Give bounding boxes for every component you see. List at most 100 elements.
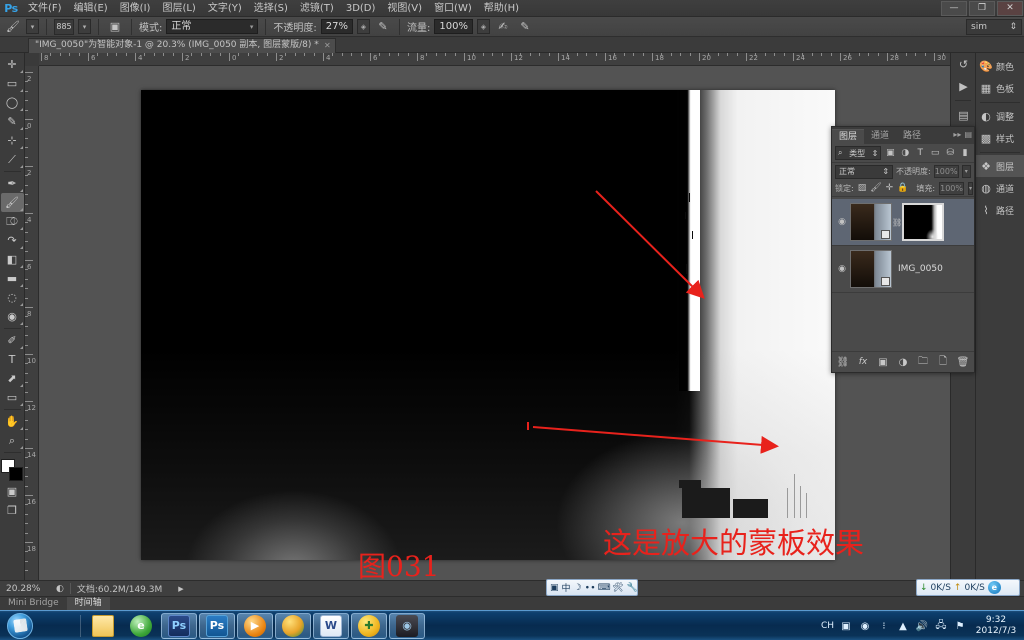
new-group-icon[interactable]: 🗀 — [917, 354, 930, 371]
menu-file[interactable]: 文件(F) — [22, 0, 68, 17]
tab-mini-bridge[interactable]: Mini Bridge — [0, 597, 67, 610]
color-panel-tab[interactable]: 🎨 颜色 — [976, 55, 1024, 77]
clone-stamp-tool[interactable]: ⎄ — [1, 212, 24, 231]
color-swatches[interactable] — [0, 458, 24, 482]
marquee-tool[interactable]: ▭ — [1, 74, 24, 93]
show-hidden-icons-icon[interactable]: ▲ — [896, 619, 910, 633]
preview-icon[interactable]: ◐ — [56, 584, 64, 594]
tab-layers[interactable]: 图层 — [832, 129, 865, 144]
flow-pressure-toggle[interactable]: ◈ — [476, 19, 490, 34]
background-color-swatch[interactable] — [9, 467, 23, 481]
menu-view[interactable]: 视图(V) — [381, 0, 428, 17]
layers-panel-tab[interactable]: ❖ 图层 — [976, 155, 1024, 177]
styles-panel-tab[interactable]: ▩ 样式 — [976, 127, 1024, 149]
layers-list[interactable]: ◉ ⛓ ◉ IMG_0050 — [832, 199, 974, 350]
actions-panel-icon[interactable]: ▶ — [951, 75, 976, 97]
halfwidth-icon[interactable]: ∙∙ — [584, 582, 595, 593]
lock-image-icon[interactable]: 🖌 — [870, 183, 881, 193]
collapse-icon[interactable]: ▸▸ — [953, 130, 961, 139]
table-row[interactable]: ◉ ⛓ — [832, 199, 974, 246]
pen-tool[interactable]: ✐ — [1, 331, 24, 350]
restore-button[interactable]: ❐ — [969, 1, 995, 16]
crop-tool[interactable]: ⊹ — [1, 131, 24, 150]
network-icon[interactable]: 🖧 — [934, 619, 948, 633]
layer-thumbnail[interactable] — [850, 203, 892, 241]
menu-help[interactable]: 帮助(H) — [478, 0, 525, 17]
taskbar-clock[interactable]: 9:32 2012/7/3 — [972, 615, 1020, 637]
minimize-button[interactable]: — — [941, 1, 967, 16]
security-icon[interactable]: ◉ — [858, 619, 872, 633]
ime-mode[interactable]: 中 — [562, 581, 571, 594]
taskbar-word[interactable]: W — [313, 612, 349, 639]
start-button[interactable] — [1, 612, 39, 640]
layers-panel[interactable]: 图层 通道 路径 ▸▸ ▤ ⌕ 类型 ⇕ ▣ ◑ T ▭ ⛁ ▮ 正常 ⇕ 不透… — [831, 126, 975, 373]
close-icon[interactable]: ✕ — [324, 39, 331, 52]
healing-brush-tool[interactable]: ✒ — [1, 174, 24, 193]
input-language-indicator[interactable]: CH — [821, 621, 834, 631]
ime-language-bar[interactable]: ▣ 中 ☽ ∙∙ ⌨ 🛠 🔧 — [546, 579, 638, 596]
network-speed-widget[interactable]: ↓ 0K/S ↑ 0K/S e — [916, 579, 1020, 596]
softkeyboard-icon[interactable]: ⌨ — [598, 582, 611, 593]
adjustments-panel-tab[interactable]: ◐ 调整 — [976, 105, 1024, 127]
taskbar-downloader[interactable]: ✚ — [351, 612, 387, 639]
lock-transparency-icon[interactable]: ▨ — [858, 183, 867, 193]
shape-tool[interactable]: ▭ — [1, 388, 24, 407]
status-expand-arrow[interactable]: ▶ — [178, 585, 183, 593]
taskbar-ie[interactable]: e — [123, 613, 159, 639]
delete-layer-icon[interactable]: 🗑 — [957, 357, 970, 368]
panel-menu-icon[interactable]: ▤ — [964, 130, 972, 139]
menu-select[interactable]: 选择(S) — [248, 0, 294, 17]
volume-icon[interactable]: 🔊 — [915, 619, 929, 633]
lock-position-icon[interactable]: ✛ — [886, 183, 894, 193]
close-button[interactable]: ✕ — [997, 1, 1023, 16]
dodge-tool[interactable]: ◉ — [1, 307, 24, 326]
tablet-pressure-size-icon[interactable]: ✎ — [516, 19, 534, 35]
type-filter-icon[interactable]: T — [914, 146, 926, 160]
layer-mask-thumbnail[interactable] — [902, 203, 944, 241]
lock-all-icon[interactable]: 🔒 — [897, 183, 908, 193]
brush-tool-icon[interactable]: 🖌 — [4, 19, 22, 35]
filter-toggle-icon[interactable]: ▮ — [959, 146, 971, 160]
document-canvas[interactable] — [141, 90, 835, 560]
menu-layer[interactable]: 图层(L) — [156, 0, 201, 17]
history-panel-icon[interactable]: ↺ — [951, 53, 976, 75]
brush-panel-icon[interactable]: ▣ — [106, 19, 124, 35]
tab-paths[interactable]: 路径 — [896, 129, 928, 144]
menu-window[interactable]: 窗口(W) — [428, 0, 478, 17]
history-brush-tool[interactable]: ↷ — [1, 231, 24, 250]
menu-image[interactable]: 图像(I) — [114, 0, 157, 17]
lasso-tool[interactable]: ◯ — [1, 93, 24, 112]
vertical-ruler[interactable]: 202468101214161820 — [25, 66, 39, 580]
path-selection-tool[interactable]: ⬈ — [1, 369, 24, 388]
type-tool[interactable]: T — [1, 350, 24, 369]
menu-type[interactable]: 文字(Y) — [202, 0, 248, 17]
ime-tray-icon[interactable]: ▣ — [839, 619, 853, 633]
properties-panel-icon[interactable]: ▤ — [951, 104, 976, 126]
horizontal-ruler[interactable]: 8 6 4 2 0 2 4 6 8 10 12 14 16 18 20 22 24 26 28 30 — [39, 53, 975, 66]
eraser-tool[interactable]: ◧ — [1, 250, 24, 269]
taskbar-browser[interactable] — [275, 612, 311, 639]
add-mask-icon[interactable]: ▣ — [877, 357, 890, 368]
eyedropper-tool[interactable]: ⟋ — [1, 150, 24, 169]
paths-panel-tab[interactable]: ⌇ 路径 — [976, 199, 1024, 221]
punctuation-icon[interactable]: ☽ — [574, 582, 582, 593]
screen-mode-icon[interactable]: ❐ — [1, 501, 24, 520]
toolbox-icon[interactable]: 🛠 — [612, 582, 623, 593]
quick-mask-icon[interactable]: ▣ — [1, 482, 24, 501]
airbrush-icon[interactable]: ✍ — [494, 19, 512, 35]
taskbar-explorer[interactable] — [85, 613, 121, 639]
adjustment-layer-icon[interactable]: ◑ — [897, 357, 910, 368]
brush-size-preview[interactable]: 885 — [54, 18, 74, 35]
fill-value[interactable]: 100% — [939, 181, 964, 195]
mode-dropdown[interactable]: 正常 ▾ — [166, 19, 259, 34]
mask-link-icon[interactable]: ⛓ — [892, 218, 902, 227]
blend-mode-dropdown[interactable]: 正常 ⇕ — [835, 164, 894, 179]
swatches-panel-tab[interactable]: ▦ 色板 — [976, 77, 1024, 99]
opacity-pressure-toggle[interactable]: ◈ — [356, 19, 370, 34]
zoom-tool[interactable]: ⌕ — [1, 431, 24, 450]
workspace-dropdown[interactable]: sim ⇕ — [966, 19, 1022, 35]
shape-filter-icon[interactable]: ▭ — [929, 146, 941, 160]
taskbar-photoshop-2[interactable]: Ps — [199, 612, 235, 639]
opacity-value[interactable]: 100% — [933, 165, 959, 178]
quick-selection-tool[interactable]: ✎ — [1, 112, 24, 131]
